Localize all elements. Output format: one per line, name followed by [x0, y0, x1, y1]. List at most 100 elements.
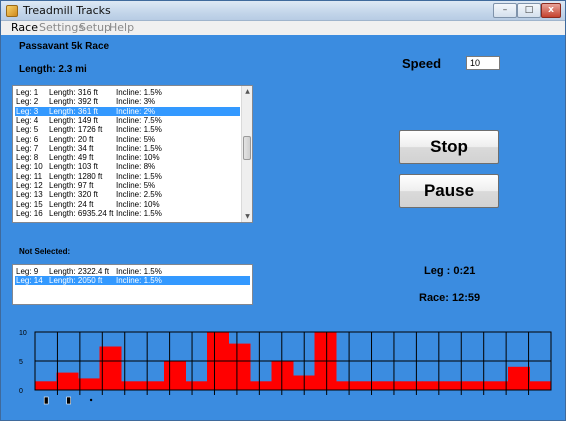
chart-bar [228, 343, 251, 390]
chart-bar [35, 381, 57, 390]
leg-leg-cell: Leg: 15 [16, 199, 43, 209]
leg-incline-cell: Incline: 8% [116, 162, 156, 172]
leg-list-item[interactable]: Leg: 5 Length: 1726 ft Incline: 1.5% [15, 125, 240, 134]
chart-bar [400, 381, 423, 390]
chart-bar [486, 381, 509, 390]
maximize-button[interactable]: □ [517, 3, 541, 18]
chart-bar [271, 361, 294, 390]
leg-length-cell: Length: 149 ft [49, 115, 98, 125]
chart-bar [336, 381, 358, 390]
leg-leg-cell: Leg: 3 [16, 106, 39, 116]
close-button[interactable]: x [541, 3, 561, 18]
leg-incline-cell: Incline: 7.5% [116, 115, 162, 125]
leg-leg-cell: Leg: 8 [16, 153, 39, 163]
leg-list-item[interactable]: Leg: 8 Length: 49 ft Incline: 10% [15, 153, 240, 162]
chart-bar [185, 381, 208, 390]
leg-length-cell: Length: 24 ft [49, 199, 94, 209]
leg-length-cell: Length: 6935.24 ft [49, 208, 114, 218]
not-selected-label: Not Selected: [19, 247, 71, 256]
leg-list-item[interactable]: Leg: 3 Length: 361 ft Incline: 2% [15, 106, 240, 116]
leg-list-item[interactable]: Leg: 11 Length: 1280 ft Incline: 1.5% [15, 172, 240, 181]
leg-leg-cell: Leg: 14 [16, 276, 43, 286]
scroll-thumb[interactable] [243, 136, 251, 160]
not-selected-listbox[interactable]: Leg: 9 Length: 2322.4 ft Incline: 1.5% Leg:… [12, 264, 253, 305]
leg-leg-cell: Leg: 4 [16, 115, 39, 125]
leg-list-item[interactable]: Leg: 10 Length: 103 ft Incline: 8% [15, 162, 240, 171]
stop-button[interactable]: Stop [399, 130, 499, 164]
race-timer: Race: 12:59 [419, 292, 481, 304]
leg-list-item[interactable]: Leg: 4 Length: 149 ft Incline: 7.5% [15, 116, 240, 125]
leg-leg-cell: Leg: 2 [16, 97, 39, 107]
leg-length-cell: Length: 2050 ft [49, 276, 103, 286]
menu-setup[interactable]: Setup [79, 21, 111, 35]
leg-incline-cell: Incline: 1.5% [116, 143, 162, 153]
leg-incline-cell: Incline: 5% [116, 181, 156, 190]
menu-race[interactable]: Race [11, 21, 38, 35]
leg-length-cell: Length: 49 ft [49, 153, 94, 163]
race-length: Length: 2.3 mi [19, 64, 87, 75]
leg-leg-cell: Leg: 12 [16, 181, 43, 190]
leg-incline-cell: Incline: 10% [116, 153, 160, 163]
app-icon [6, 5, 18, 17]
leg-length-cell: Length: 20 ft [49, 134, 94, 144]
pause-button[interactable]: Pause [399, 174, 499, 208]
scroll-down-icon[interactable]: ▼ [243, 212, 252, 221]
speed-label: Speed [402, 56, 442, 71]
leg-list-item[interactable]: Leg: 1 Length: 316 ft Incline: 1.5% [15, 88, 240, 97]
race-title: Passavant 5k Race [19, 41, 110, 52]
leg-length-cell: Length: 361 ft [49, 106, 98, 116]
scroll-up-icon[interactable]: ▲ [243, 87, 252, 96]
leg-length-cell: Length: 316 ft [49, 88, 98, 97]
chart-ytick-label: 5 [19, 359, 23, 366]
leg-timer: Leg : 0:21 [424, 265, 476, 277]
leg-incline-cell: Incline: 1.5% [116, 171, 162, 181]
app-window: Treadmill Tracks – □ x Race Settings Set… [0, 0, 566, 421]
leg-leg-cell: Leg: 10 [16, 162, 43, 172]
chart-bar [379, 381, 401, 390]
legs-listbox[interactable]: ▲ ▼ Leg: 1 Length: 316 ft Incline: 1.5% Leg… [12, 85, 253, 223]
leg-list-item[interactable]: Leg: 16 Length: 6935.24 ft Incline: 1.5% [15, 209, 240, 218]
leg-length-cell: Length: 97 ft [49, 181, 94, 190]
chart-ytick-label: 0 [19, 388, 23, 395]
leg-leg-cell: Leg: 13 [16, 190, 43, 200]
leg-length-cell: Length: 392 ft [49, 97, 98, 107]
menu-help[interactable]: Help [109, 21, 134, 35]
chart-bar [164, 361, 186, 390]
dot-marker-icon [89, 398, 93, 402]
leg-incline-cell: Incline: 1.5% [116, 276, 162, 286]
minimize-button[interactable]: – [493, 3, 517, 18]
leg-leg-cell: Leg: 9 [16, 267, 39, 276]
chart-bar [250, 381, 272, 390]
speed-input[interactable]: 10 [466, 56, 500, 70]
leg-leg-cell: Leg: 16 [16, 208, 43, 218]
leg-length-cell: Length: 1280 ft [49, 171, 103, 181]
leg-leg-cell: Leg: 7 [16, 143, 39, 153]
leg-list-item[interactable]: Leg: 15 Length: 24 ft Incline: 10% [15, 200, 240, 209]
chart-bar [56, 372, 79, 390]
leg-incline-cell: Incline: 1.5% [116, 208, 162, 218]
chart-bar [422, 381, 444, 390]
leg-length-cell: Length: 320 ft [49, 190, 98, 200]
menu-bar: Race Settings Setup Help [1, 21, 565, 35]
leg-incline-cell: Incline: 5% [116, 134, 156, 144]
leg-list-item[interactable]: Leg: 6 Length: 20 ft Incline: 5% [15, 135, 240, 144]
menu-settings[interactable]: Settings [39, 21, 84, 35]
leg-length-cell: Length: 2322.4 ft [49, 267, 110, 276]
leg-list-item[interactable]: Leg: 12 Length: 97 ft Incline: 5% [15, 181, 240, 190]
leg-leg-cell: Leg: 1 [16, 88, 39, 97]
runner-marker-icon [43, 396, 49, 405]
chart-bar [78, 378, 100, 390]
leg-list-item[interactable]: Leg: 2 Length: 392 ft Incline: 3% [15, 97, 240, 106]
leg-incline-cell: Incline: 1.5% [116, 125, 162, 135]
leg-list-item[interactable]: Leg: 7 Length: 34 ft Incline: 1.5% [15, 144, 240, 153]
incline-profile-chart: 10 5 0 [19, 330, 552, 405]
not-selected-item[interactable]: Leg: 9 Length: 2322.4 ft Incline: 1.5% [15, 267, 250, 276]
legs-scrollbar[interactable]: ▲ ▼ [241, 86, 252, 222]
runner-marker-icon [66, 396, 71, 405]
not-selected-item[interactable]: Leg: 14 Length: 2050 ft Incline: 1.5% [15, 276, 250, 286]
leg-length-cell: Length: 1726 ft [49, 125, 103, 135]
leg-length-cell: Length: 103 ft [49, 162, 98, 172]
leg-list-item[interactable]: Leg: 13 Length: 320 ft Incline: 2.5% [15, 190, 240, 199]
chart-bar [142, 381, 165, 390]
leg-incline-cell: Incline: 2% [116, 106, 156, 116]
